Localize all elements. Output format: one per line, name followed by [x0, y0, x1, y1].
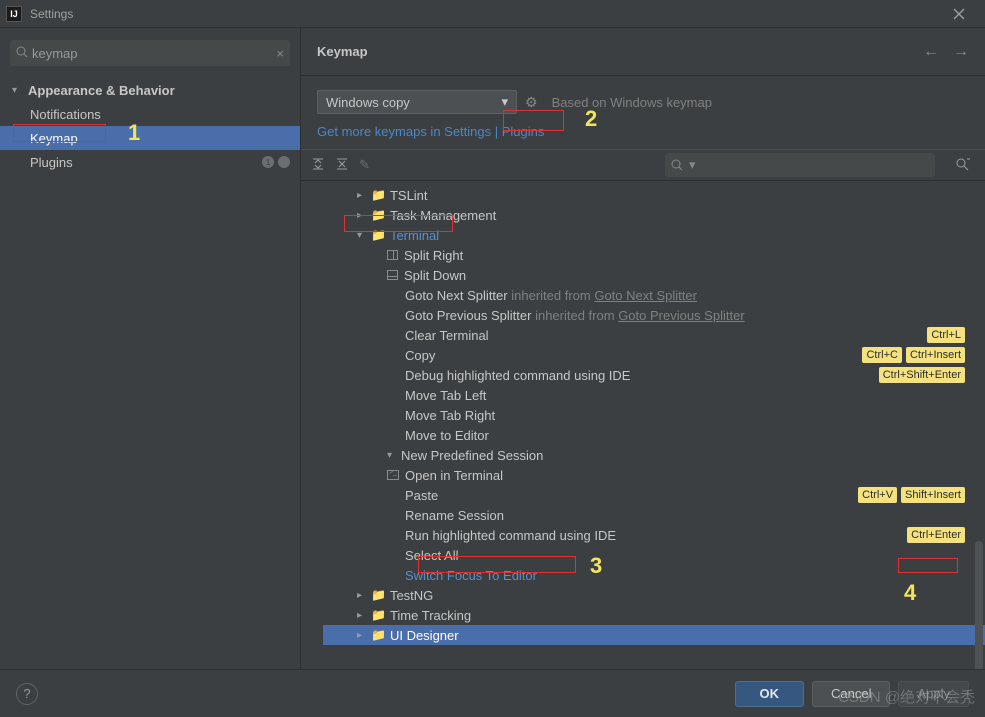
settings-content-panel: Keymap ← → Windows copy ▾ ⚙ Based on Win… — [301, 28, 985, 669]
find-by-shortcut-icon[interactable] — [955, 157, 971, 174]
expand-all-icon[interactable] — [311, 157, 325, 174]
tree-tslint[interactable]: ▸📁TSLint — [323, 185, 985, 205]
dialog-footer: ? OK Cancel Apply — [0, 669, 985, 717]
nav-keymap[interactable]: Keymap — [0, 126, 300, 150]
tree-move-to-editor[interactable]: Move to Editor — [323, 425, 985, 445]
get-more-keymaps-link[interactable]: Get more keymaps in Settings | Plugins — [301, 120, 985, 149]
window-title: Settings — [30, 7, 73, 21]
settings-nav-panel: keymap × ▾ Appearance & Behavior Notific… — [0, 28, 301, 669]
tree-move-tab-left[interactable]: Move Tab Left — [323, 385, 985, 405]
settings-search[interactable]: keymap × — [10, 40, 290, 66]
forward-arrow-icon[interactable]: → — [953, 43, 969, 61]
tree-testng[interactable]: ▸📁TestNG — [323, 585, 985, 605]
nav-notifications[interactable]: Notifications — [0, 102, 300, 126]
tree-terminal[interactable]: ▾📁Terminal — [323, 225, 985, 245]
tree-copy[interactable]: CopyCtrl+CCtrl+Insert — [323, 345, 985, 365]
titlebar: IJ Settings — [0, 0, 985, 28]
content-title: Keymap — [317, 44, 368, 59]
tree-new-predefined-session[interactable]: ▾New Predefined Session — [323, 445, 985, 465]
tree-goto-next-splitter[interactable]: Goto Next Splitter inherited from Goto N… — [323, 285, 985, 305]
close-button[interactable] — [939, 4, 979, 24]
back-arrow-icon[interactable]: ← — [923, 43, 939, 61]
tree-paste[interactable]: PasteCtrl+VShift+Insert — [323, 485, 985, 505]
keymap-tree[interactable]: ▸📁TSLint ▸📁Task Management ▾📁Terminal Sp… — [301, 181, 985, 669]
gear-icon[interactable]: ⚙ — [525, 94, 538, 111]
scrollbar[interactable] — [975, 541, 983, 669]
plugins-badge-icon: 1 — [262, 156, 290, 168]
based-on-label: Based on Windows keymap — [552, 95, 712, 110]
keymap-toolbar: ✎ ▾ — [301, 149, 985, 181]
tree-debug-highlighted[interactable]: Debug highlighted command using IDECtrl+… — [323, 365, 985, 385]
tree-rename-session[interactable]: Rename Session — [323, 505, 985, 525]
terminal-icon — [387, 470, 399, 480]
tree-open-in-terminal[interactable]: Open in Terminal — [323, 465, 985, 485]
intellij-logo-icon: IJ — [6, 6, 22, 22]
apply-button[interactable]: Apply — [898, 681, 969, 707]
nav-plugins[interactable]: Plugins 1 — [0, 150, 300, 174]
tree-ui-designer[interactable]: ▸📁UI Designer — [323, 625, 985, 645]
content-header: Keymap ← → — [301, 28, 985, 76]
nav-appearance-behavior[interactable]: ▾ Appearance & Behavior — [0, 78, 300, 102]
search-icon — [16, 46, 28, 61]
keymap-dropdown-value: Windows copy — [326, 95, 501, 110]
ok-button[interactable]: OK — [735, 681, 805, 707]
tree-clear-terminal[interactable]: Clear TerminalCtrl+L — [323, 325, 985, 345]
help-button[interactable]: ? — [16, 683, 38, 705]
action-search[interactable]: ▾ — [665, 153, 935, 177]
tree-switch-focus-to-editor[interactable]: Switch Focus To Editor — [323, 565, 985, 585]
settings-nav-tree: ▾ Appearance & Behavior Notifications Ke… — [0, 74, 300, 174]
chevron-down-icon: ▾ — [12, 85, 22, 96]
chevron-down-icon: ▾ — [501, 94, 508, 110]
clear-search-icon[interactable]: × — [276, 46, 284, 61]
split-right-icon — [387, 250, 398, 260]
edit-shortcut-icon[interactable]: ✎ — [359, 157, 370, 173]
keymap-dropdown[interactable]: Windows copy ▾ — [317, 90, 517, 114]
tree-split-down[interactable]: Split Down — [323, 265, 985, 285]
split-down-icon — [387, 270, 398, 280]
collapse-all-icon[interactable] — [335, 157, 349, 174]
tree-run-highlighted[interactable]: Run highlighted command using IDECtrl+En… — [323, 525, 985, 545]
tree-move-tab-right[interactable]: Move Tab Right — [323, 405, 985, 425]
tree-split-right[interactable]: Split Right — [323, 245, 985, 265]
search-input-value: keymap — [32, 46, 78, 61]
svg-text:1: 1 — [266, 158, 271, 167]
tree-time-tracking[interactable]: ▸📁Time Tracking — [323, 605, 985, 625]
tree-goto-prev-splitter[interactable]: Goto Previous Splitter inherited from Go… — [323, 305, 985, 325]
tree-task-management[interactable]: ▸📁Task Management — [323, 205, 985, 225]
tree-select-all[interactable]: Select All — [323, 545, 985, 565]
cancel-button[interactable]: Cancel — [812, 681, 890, 707]
